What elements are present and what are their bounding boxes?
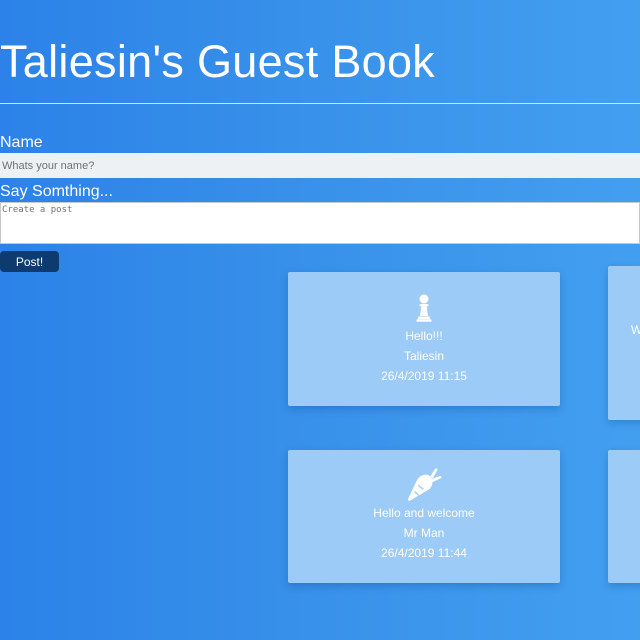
post-message: W — [631, 323, 640, 337]
page-title: Taliesin's Guest Book — [0, 36, 436, 87]
post-button[interactable]: Post! — [0, 251, 59, 272]
title-divider — [0, 103, 640, 104]
post-date: 26/4/2019 11:15 — [381, 369, 467, 383]
post-author: Taliesin — [403, 349, 445, 363]
post-card: Hello and welcome Mr Man 26/4/2019 11:44 — [288, 450, 560, 583]
post-card: W — [608, 266, 640, 420]
name-label: Name — [0, 134, 43, 151]
post-date: 26/4/2019 11:44 — [381, 546, 467, 560]
name-input[interactable] — [0, 153, 640, 178]
post-card: Hello!!! Taliesin 26/4/2019 11:15 — [288, 272, 560, 406]
carrot-icon — [406, 468, 442, 505]
post-author: Mr Man — [403, 526, 445, 540]
post-card — [608, 450, 640, 583]
post-message: Hello!!! — [405, 329, 443, 343]
post-message: Hello and welcome — [373, 506, 475, 520]
post-label: Say Somthing... — [0, 183, 113, 200]
post-textarea[interactable] — [0, 202, 640, 244]
chess-pawn-icon — [416, 294, 432, 325]
